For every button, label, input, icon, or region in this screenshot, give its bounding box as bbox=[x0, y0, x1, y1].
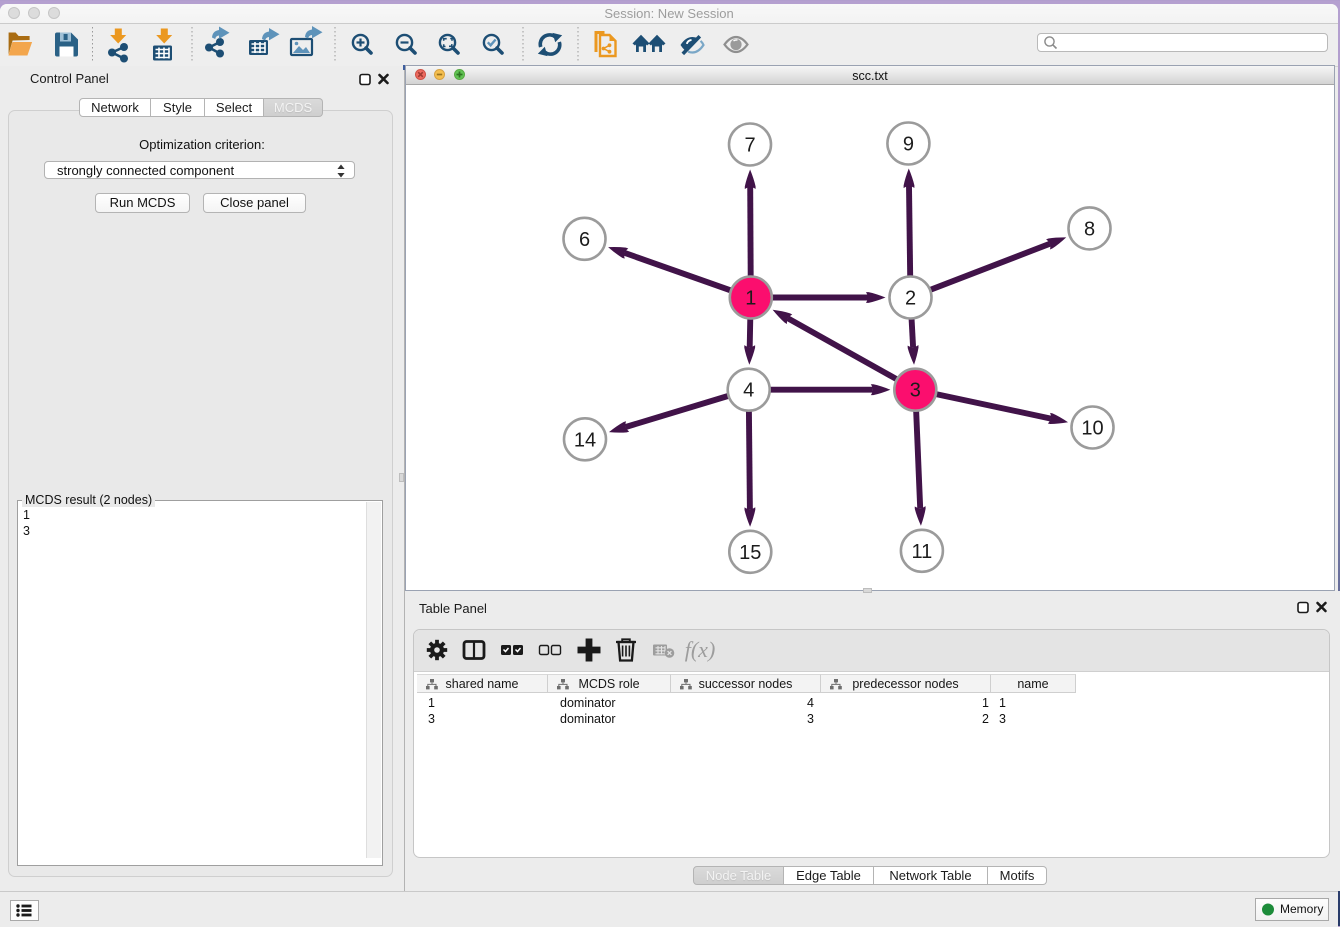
svg-text:4: 4 bbox=[743, 380, 754, 402]
svg-text:1: 1 bbox=[745, 288, 756, 310]
svg-text:10: 10 bbox=[1081, 418, 1103, 440]
svg-text:15: 15 bbox=[739, 542, 761, 564]
svg-text:9: 9 bbox=[903, 134, 914, 156]
svg-text:2: 2 bbox=[905, 288, 916, 310]
svg-text:14: 14 bbox=[574, 429, 596, 451]
svg-text:7: 7 bbox=[744, 135, 755, 157]
svg-text:11: 11 bbox=[912, 541, 933, 563]
svg-text:8: 8 bbox=[1084, 218, 1095, 240]
svg-text:3: 3 bbox=[910, 380, 921, 402]
svg-text:6: 6 bbox=[579, 229, 590, 251]
svg-text:f(x): f(x) bbox=[685, 637, 716, 662]
